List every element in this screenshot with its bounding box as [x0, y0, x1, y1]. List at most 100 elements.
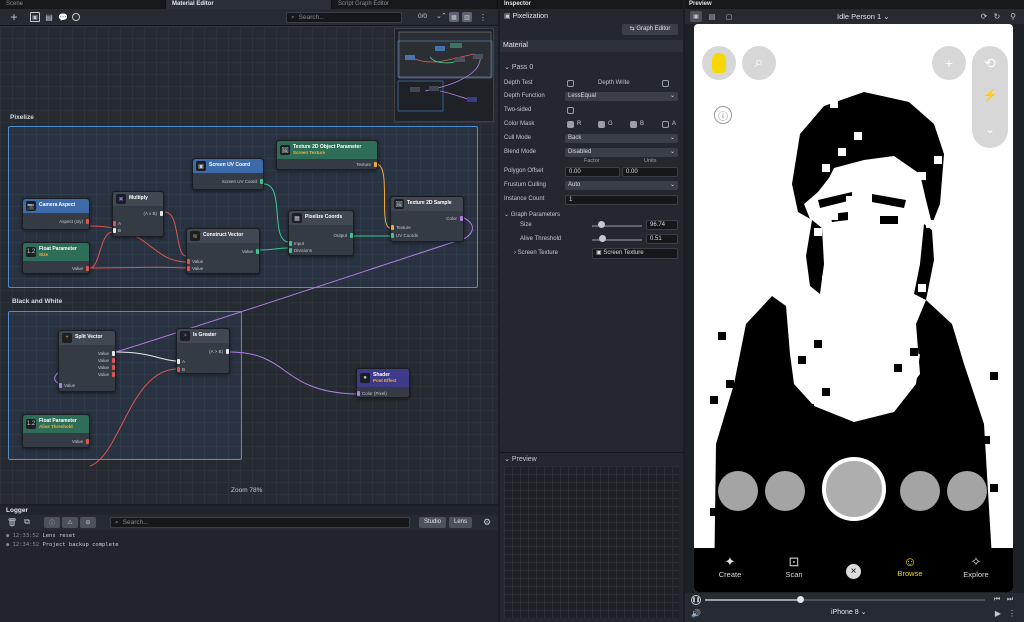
minimap[interactable] [394, 28, 494, 122]
pin-split-out2[interactable] [112, 358, 115, 363]
pass-header[interactable]: ⌄ Pass 0 [504, 63, 533, 71]
alive-threshold-input[interactable]: 0.51 [646, 234, 678, 244]
flash-off-icon[interactable]: ⚡ [981, 86, 999, 104]
frustum-culling-select[interactable]: Auto ⌄ [565, 181, 678, 190]
node-texture-2d-sample[interactable]: 🖼 Texture 2D Sample Color Texture UV Coor… [390, 196, 464, 242]
error-filter-icon[interactable]: ⊖ [80, 517, 96, 528]
screen-texture-field[interactable]: ▣ Screen Texture [592, 248, 678, 259]
flip-camera-icon[interactable]: ⟲ [981, 54, 999, 72]
material-section-header[interactable]: Material [500, 40, 683, 52]
lens-carousel-item[interactable] [947, 471, 987, 511]
pin-split-in[interactable] [59, 383, 62, 388]
layout-icon[interactable]: ▤ [44, 12, 54, 22]
pin-pixelize-out[interactable] [350, 233, 353, 238]
minimap-toggle-icon[interactable]: ▦ [449, 12, 459, 22]
avatar-button[interactable] [702, 46, 736, 80]
add-icon[interactable]: + [8, 10, 20, 24]
pin-multiply-out[interactable] [160, 211, 163, 216]
polygon-factor-input[interactable]: 0.00 [565, 167, 620, 177]
more-icon[interactable]: ⋮ [478, 12, 488, 22]
logger-search-input[interactable]: ⌕ Search... [110, 517, 410, 528]
pin-construct-in1[interactable] [187, 259, 190, 264]
info-filter-icon[interactable]: ⓘ [44, 517, 60, 528]
reset-icon[interactable]: ↻ [991, 11, 1003, 22]
chevron-down-icon[interactable]: ⌄ [981, 120, 999, 138]
lens-carousel-item[interactable] [900, 471, 940, 511]
color-mask-b-checkbox[interactable] [630, 121, 637, 128]
depth-function-select[interactable]: LessEqual ⌄ [565, 92, 678, 101]
close-icon[interactable]: × [846, 564, 861, 579]
color-mask-g-checkbox[interactable] [598, 121, 605, 128]
nav-scan[interactable]: ⊡ Scan [776, 554, 812, 579]
timeline-track[interactable] [705, 599, 985, 601]
size-slider-handle[interactable] [597, 221, 605, 228]
pin-split-out4[interactable] [112, 372, 115, 377]
frame-icon[interactable]: ▣ [30, 12, 40, 22]
lens-carousel-item[interactable] [765, 471, 805, 511]
pin-split-out1[interactable] [112, 351, 115, 356]
color-mask-a-checkbox[interactable] [662, 121, 669, 128]
screen-texture-label[interactable]: › Screen Texture [514, 250, 558, 256]
node-is-greater[interactable]: > Is Greater (A > B) A B [176, 328, 230, 374]
two-sided-checkbox[interactable] [567, 107, 574, 114]
pin-sample-texture[interactable] [391, 225, 394, 230]
grid-toggle-icon[interactable]: ▥ [462, 12, 472, 22]
timeline-handle[interactable] [796, 596, 804, 603]
node-shader[interactable]: ● Shader Post Effect Color (Pixel) [356, 368, 410, 398]
pin-screen-uv-out[interactable] [260, 179, 263, 184]
warning-filter-icon[interactable]: ⚠ [62, 517, 78, 528]
studio-filter-button[interactable]: Studio [419, 517, 446, 528]
graph-editor-button[interactable]: ⇆ Graph Editor [622, 24, 678, 35]
polygon-units-input[interactable]: 0.00 [622, 167, 678, 177]
preview-tab[interactable]: Preview [685, 0, 1024, 9]
node-construct-vector[interactable]: ≋ Construct Vector Value Value Value [186, 228, 260, 274]
node-pixelize-coords[interactable]: ▦ Pixelize Coords Output Input Divisions [288, 210, 354, 256]
video-icon[interactable]: ▶ [993, 608, 1003, 618]
instance-count-input[interactable]: 1 [565, 195, 678, 205]
node-camera-aspect[interactable]: 📷 Camera Aspect Aspect (x/y) [22, 198, 90, 230]
node-split-vector[interactable]: ⑂ Split Vector Value Value Value Value Va… [58, 330, 116, 392]
pause-icon[interactable]: ❚❚ [691, 595, 701, 605]
device-icon[interactable]: ▢ [723, 11, 735, 22]
sound-icon[interactable]: 🔊 [691, 608, 701, 618]
pin-greater-a[interactable] [177, 359, 180, 364]
person-select[interactable]: Idle Person 1 ⌄ [837, 12, 890, 21]
pin-multiply-a[interactable] [113, 221, 116, 226]
node-multiply[interactable]: ✖ Multiply (A x B) A B [112, 191, 164, 237]
pin-pixelize-input[interactable] [289, 241, 292, 246]
preview-section-header[interactable]: ⌄ Preview [504, 455, 537, 463]
graph-canvas[interactable]: Pixelize Black and White 📷 Camera Aspect … [0, 26, 498, 504]
node-float-parameter-size[interactable]: 1.2 Float Parameter Size Value [22, 242, 90, 274]
pin-sample-uv[interactable] [391, 233, 394, 238]
inspector-tab[interactable]: Inspector [500, 0, 683, 9]
pin-greater-out[interactable] [226, 349, 229, 354]
color-mask-r-checkbox[interactable] [567, 121, 574, 128]
pin-pixelize-divisions[interactable] [289, 248, 292, 253]
search-icon[interactable]: ⌕ [742, 46, 776, 80]
copy-icon[interactable]: ⧉ [22, 517, 32, 527]
comment-icon[interactable]: 💬 [58, 12, 68, 22]
preview-mode-icon[interactable]: ▣ [690, 11, 702, 22]
depth-test-checkbox[interactable] [567, 80, 574, 87]
chevron-up-icon[interactable]: ⌃ [441, 12, 447, 20]
pin-construct-out[interactable] [256, 249, 259, 254]
tab-material-editor[interactable]: Material Editor [166, 0, 332, 9]
pin-value-out[interactable] [86, 266, 89, 271]
lens-filter-button[interactable]: Lens [449, 517, 472, 528]
node-float-parameter-alive-threshold[interactable]: 1.2 Float Parameter Alive Threshold Value [22, 414, 90, 448]
pin-texture-out[interactable] [374, 162, 377, 167]
camera-switch-icon[interactable]: ⟳ [978, 11, 990, 22]
pin-value-out[interactable] [86, 439, 89, 444]
pin-icon[interactable]: ⚲ [1007, 11, 1019, 22]
cull-mode-select[interactable]: Back ⌄ [565, 134, 678, 143]
size-input[interactable]: 96.74 [646, 220, 678, 230]
pin-shader-in[interactable] [357, 391, 360, 396]
device-select[interactable]: iPhone 8 ⌄ [831, 608, 866, 616]
capture-button[interactable] [822, 457, 886, 521]
lens-preview-viewport[interactable]: ⌕ + ⟲ ⚡ ⌄ ⓘ ✦ Create ⊡ Scan × ☺ Browse ✧ Exp… [694, 24, 1013, 592]
nav-explore[interactable]: ✧ Explore [956, 554, 996, 579]
node-screen-uv-coord[interactable]: ▣ Screen UV Coord Screen UV Coord [192, 158, 264, 190]
alive-slider-handle[interactable] [599, 235, 606, 242]
skip-back-icon[interactable]: ⏮ [992, 595, 1002, 605]
info-icon[interactable]: ⓘ [714, 106, 732, 124]
